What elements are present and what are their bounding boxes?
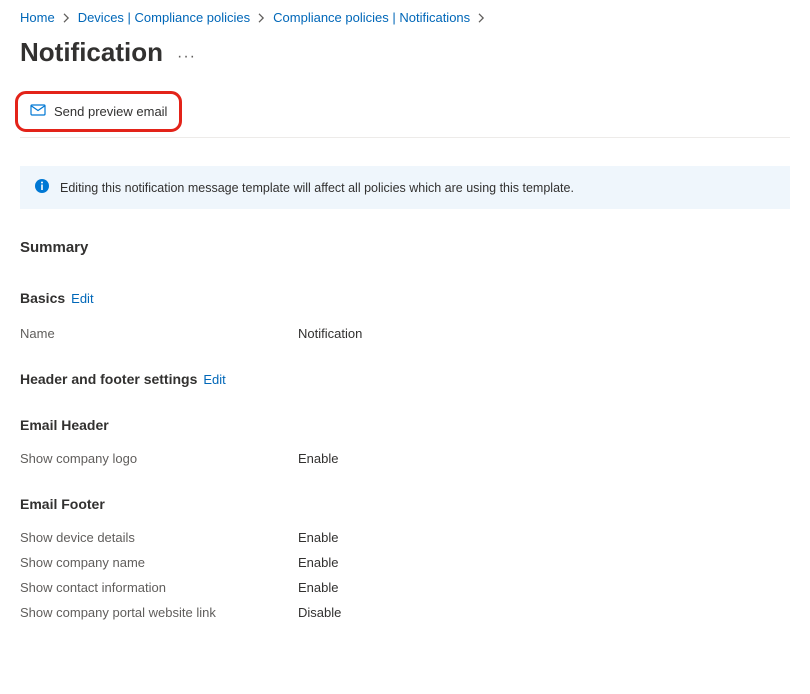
basics-edit-link[interactable]: Edit (71, 291, 93, 306)
chevron-right-icon (478, 13, 485, 23)
chevron-right-icon (258, 13, 265, 23)
info-banner: Editing this notification message templa… (20, 166, 790, 209)
show-company-value: Enable (298, 555, 338, 570)
basics-name-row: Name Notification (20, 326, 790, 341)
info-banner-text: Editing this notification message templa… (60, 181, 574, 195)
show-logo-label: Show company logo (20, 451, 298, 466)
header-footer-heading-row: Header and footer settings Edit (20, 371, 790, 387)
breadcrumb-policies[interactable]: Compliance policies | Notifications (273, 10, 470, 25)
show-device-label: Show device details (20, 530, 298, 545)
show-company-row: Show company name Enable (20, 555, 790, 570)
email-footer-heading: Email Footer (20, 496, 790, 512)
basics-heading: Basics (20, 290, 65, 306)
breadcrumb-devices[interactable]: Devices | Compliance policies (78, 10, 250, 25)
title-row: Notification ··· (20, 37, 790, 68)
more-actions-button[interactable]: ··· (177, 48, 196, 66)
email-header-heading: Email Header (20, 417, 790, 433)
name-value: Notification (298, 326, 362, 341)
show-logo-row: Show company logo Enable (20, 451, 790, 466)
show-portal-value: Disable (298, 605, 341, 620)
header-footer-edit-link[interactable]: Edit (203, 372, 225, 387)
send-preview-label: Send preview email (54, 104, 167, 119)
toolbar: Send preview email (20, 96, 790, 138)
show-device-row: Show device details Enable (20, 530, 790, 545)
send-preview-email-button[interactable]: Send preview email (20, 96, 177, 127)
show-logo-value: Enable (298, 451, 338, 466)
show-device-value: Enable (298, 530, 338, 545)
chevron-right-icon (63, 13, 70, 23)
info-icon (34, 178, 50, 197)
show-contact-label: Show contact information (20, 580, 298, 595)
show-company-label: Show company name (20, 555, 298, 570)
show-contact-value: Enable (298, 580, 338, 595)
basics-heading-row: Basics Edit (20, 290, 790, 306)
breadcrumb: Home Devices | Compliance policies Compl… (20, 10, 790, 25)
show-portal-row: Show company portal website link Disable (20, 605, 790, 620)
show-contact-row: Show contact information Enable (20, 580, 790, 595)
summary-heading: Summary (20, 239, 790, 256)
show-portal-label: Show company portal website link (20, 605, 298, 620)
name-label: Name (20, 326, 298, 341)
header-footer-heading: Header and footer settings (20, 371, 197, 387)
mail-icon (30, 102, 46, 121)
page-title: Notification (20, 37, 163, 68)
breadcrumb-home[interactable]: Home (20, 10, 55, 25)
